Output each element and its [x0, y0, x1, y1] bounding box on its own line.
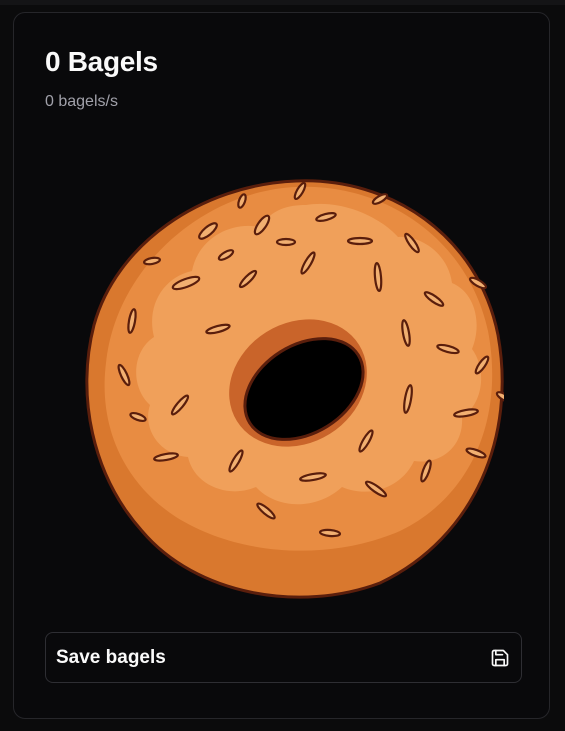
bagel-count-title: 0 Bagels	[45, 46, 158, 77]
bagels-per-second: 0 bagels/s	[45, 93, 118, 110]
save-bagels-button[interactable]: Save bagels	[45, 632, 522, 683]
save-icon	[490, 648, 510, 668]
save-bagels-label: Save bagels	[56, 646, 166, 668]
bagel-click-button[interactable]	[80, 165, 504, 599]
window-top-strip	[0, 0, 565, 5]
bagel-card: 0 Bagels 0 bagels/s Save bagels	[13, 12, 550, 719]
bagel-icon	[85, 179, 504, 599]
